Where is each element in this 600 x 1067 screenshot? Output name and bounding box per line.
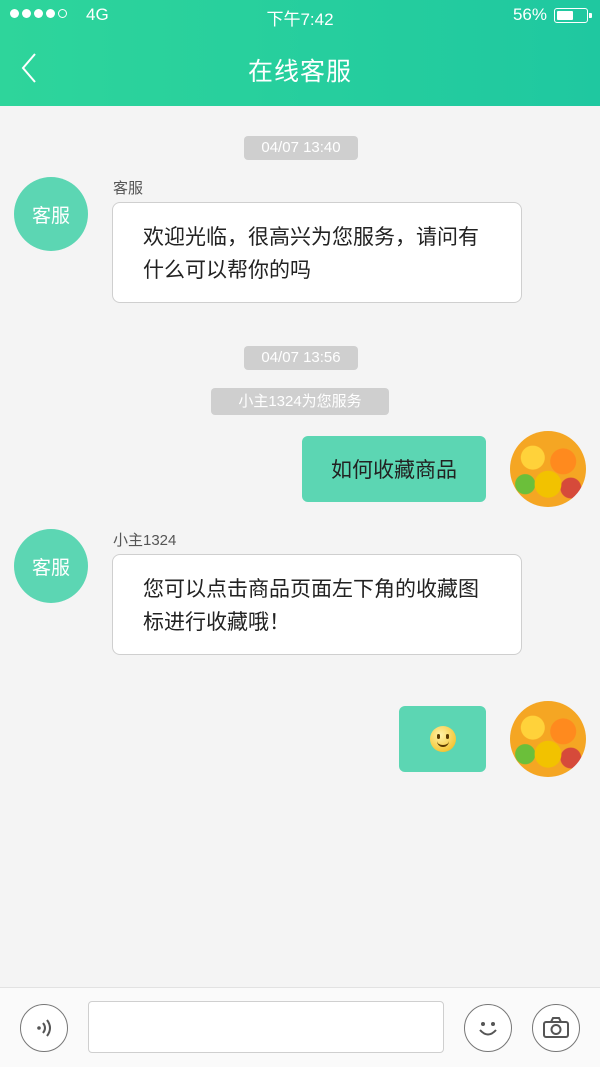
voice-icon — [37, 1019, 51, 1037]
header: 4G 下午7:42 56% 在线客服 — [0, 0, 600, 106]
message-bubble-incoming: 欢迎光临，很高兴为您服务，请问有什么可以帮你的吗 — [112, 202, 522, 303]
emoji-icon — [479, 1022, 497, 1036]
battery-icon — [554, 8, 592, 23]
sender-name: 小主1324 — [113, 532, 177, 549]
agent-avatar[interactable]: 客服 — [14, 529, 88, 603]
user-avatar[interactable] — [510, 431, 586, 507]
smile-emoji-icon — [429, 726, 456, 752]
timestamp: 04/07 13:56 — [244, 346, 358, 370]
clock: 下午7:42 — [266, 10, 334, 29]
emoji-button[interactable] — [464, 1004, 512, 1052]
battery-percent: 56% — [512, 5, 547, 24]
page-title: 在线客服 — [247, 58, 352, 86]
user-avatar[interactable] — [510, 701, 586, 777]
status-bar: 4G 下午7:42 56% — [0, 0, 600, 32]
sender-name: 客服 — [113, 180, 144, 197]
message-input[interactable] — [88, 1001, 444, 1053]
voice-button[interactable] — [20, 1004, 68, 1052]
message-bubble-outgoing: 如何收藏商品 — [302, 436, 486, 502]
message-bubble-incoming: 您可以点击商品页面左下角的收藏图标进行收藏哦！ — [112, 554, 522, 655]
input-bar — [0, 987, 600, 1067]
system-notice: 小主1324为您服务 — [211, 388, 389, 415]
message-bubble-outgoing — [399, 706, 486, 772]
timestamp: 04/07 13:40 — [244, 136, 358, 160]
agent-avatar[interactable]: 客服 — [14, 177, 88, 251]
camera-button[interactable] — [532, 1004, 580, 1052]
camera-icon — [543, 1017, 569, 1038]
